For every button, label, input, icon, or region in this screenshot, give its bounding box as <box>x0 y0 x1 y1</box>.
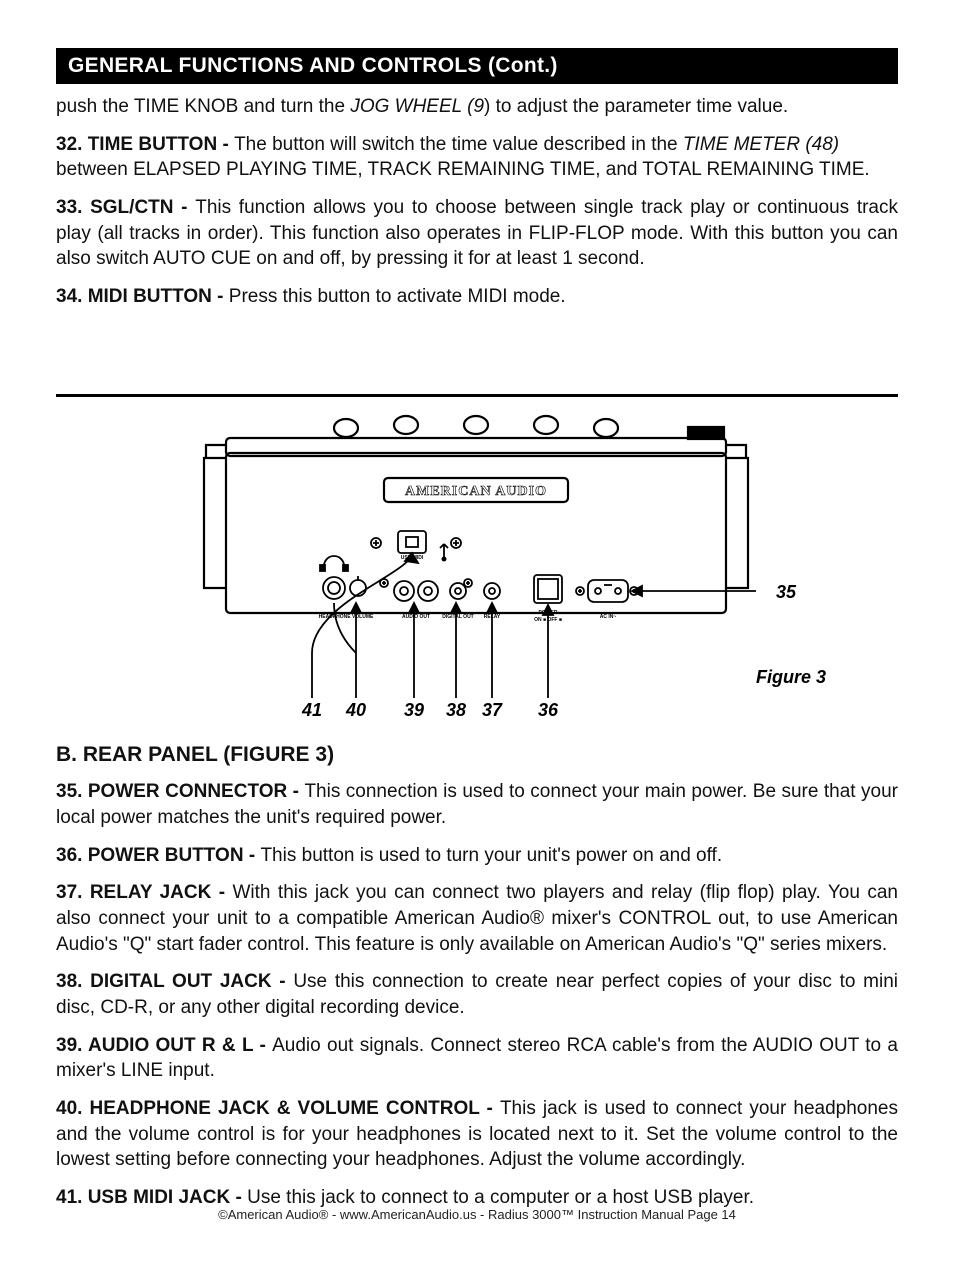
rear-panel-diagram: AMERICAN AUDIO USB MIDI <box>56 403 898 723</box>
item-38: 38. DIGITAL OUT JACK - Use this connecti… <box>56 969 898 1020</box>
digital-out-label: DIGITAL OUT <box>442 614 473 620</box>
item-39: 39. AUDIO OUT R & L - Audio out signals.… <box>56 1033 898 1084</box>
item-lead: 40. HEADPHONE JACK & VOLUME CONTROL - <box>56 1098 500 1119</box>
rear-panel-title: B. REAR PANEL (FIGURE 3) <box>56 743 898 767</box>
item-lead: 38. DIGITAL OUT JACK - <box>56 971 293 992</box>
ac-in-label: AC IN~ <box>600 614 617 620</box>
item-lead: 41. USB MIDI JACK - <box>56 1187 247 1208</box>
callout-38: 38 <box>446 700 466 720</box>
item-lead: 35. POWER CONNECTOR - <box>56 781 304 802</box>
text: Use this jack to connect to a computer o… <box>247 1187 754 1208</box>
callout-36: 36 <box>538 700 559 720</box>
text-italic: TIME METER (48) <box>683 134 839 155</box>
text: push the TIME KNOB and turn the <box>56 96 350 117</box>
callout-35: 35 <box>776 582 797 602</box>
callout-40: 40 <box>345 700 366 720</box>
item-40: 40. HEADPHONE JACK & VOLUME CONTROL - Th… <box>56 1096 898 1173</box>
item-lead: 37. RELAY JACK - <box>56 882 232 903</box>
figure-caption: Figure 3 <box>756 667 826 687</box>
section-header: GENERAL FUNCTIONS AND CONTROLS (Cont.) <box>56 48 898 84</box>
item-34: 34. MIDI BUTTON - Press this button to a… <box>56 284 898 310</box>
page-footer: ©American Audio® - www.AmericanAudio.us … <box>0 1207 954 1222</box>
item-lead: 34. MIDI BUTTON - <box>56 286 229 307</box>
horizontal-rule <box>56 394 898 397</box>
intro-paragraph: push the TIME KNOB and turn the JOG WHEE… <box>56 94 898 120</box>
text: ) to adjust the parameter time value. <box>484 96 788 117</box>
item-lead: 36. POWER BUTTON - <box>56 845 260 866</box>
item-32: 32. TIME BUTTON - The button will switch… <box>56 132 898 183</box>
text: between ELAPSED PLAYING TIME, TRACK REMA… <box>56 159 870 180</box>
item-37: 37. RELAY JACK - With this jack you can … <box>56 880 898 957</box>
callout-41: 41 <box>301 700 322 720</box>
item-lead: 32. TIME BUTTON - <box>56 134 234 155</box>
item-lead: 39. AUDIO OUT R & L - <box>56 1035 272 1056</box>
item-36: 36. POWER BUTTON - This button is used t… <box>56 843 898 869</box>
text: Press this button to activate MIDI mode. <box>229 286 566 307</box>
callout-39: 39 <box>404 700 424 720</box>
item-33: 33. SGL/CTN - This function allows you t… <box>56 195 898 272</box>
item-35: 35. POWER CONNECTOR - This connection is… <box>56 779 898 830</box>
figure-3: AMERICAN AUDIO USB MIDI <box>56 403 898 723</box>
audio-out-label: AUDIO OUT <box>402 614 430 620</box>
brand-label: AMERICAN AUDIO <box>405 484 547 499</box>
callout-37: 37 <box>482 700 503 720</box>
manual-page: GENERAL FUNCTIONS AND CONTROLS (Cont.) p… <box>0 0 954 1262</box>
text-italic: JOG WHEEL (9 <box>350 96 484 117</box>
text: This button is used to turn your unit's … <box>260 845 722 866</box>
item-lead: 33. SGL/CTN - <box>56 197 195 218</box>
text: The button will switch the time value de… <box>234 134 683 155</box>
